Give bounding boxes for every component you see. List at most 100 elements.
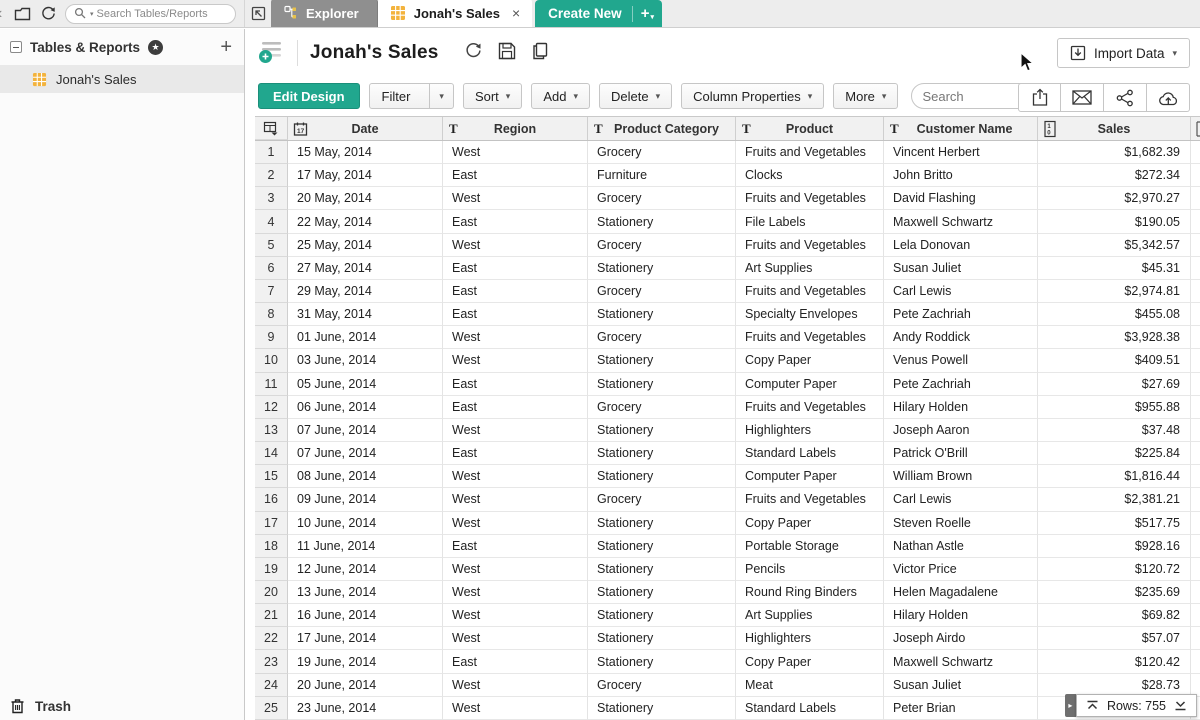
share-button[interactable] — [1104, 83, 1147, 112]
table-cell[interactable]: Fruits and Vegetables — [736, 396, 884, 419]
table-cell[interactable]: Highlighters — [736, 419, 884, 442]
table-cell[interactable]: File Labels — [736, 210, 884, 233]
table-cell[interactable]: Pete Zachriah — [884, 373, 1038, 396]
table-cell[interactable]: Stationery — [588, 442, 736, 465]
table-cell[interactable]: West — [443, 558, 588, 581]
table-cell[interactable]: Round Ring Binders — [736, 581, 884, 604]
table-cell[interactable]: West — [443, 141, 588, 164]
row-number[interactable]: 22 — [255, 627, 288, 650]
table-cell[interactable]: West — [443, 674, 588, 697]
table-cell[interactable]: Andy Roddick — [884, 326, 1038, 349]
table-cell[interactable]: East — [443, 280, 588, 303]
table-cell[interactable]: Carl Lewis — [884, 280, 1038, 303]
refresh-view-icon[interactable] — [465, 42, 482, 64]
row-number[interactable]: 12 — [255, 396, 288, 419]
table-cell[interactable]: West — [443, 419, 588, 442]
table-cell[interactable]: Joseph Aaron — [884, 419, 1038, 442]
row-number[interactable]: 3 — [255, 187, 288, 210]
table-cell[interactable]: Stationery — [588, 697, 736, 720]
tab-jonahs-sales[interactable]: Jonah's Sales × — [378, 0, 532, 27]
import-data-button[interactable]: Import Data ▾ — [1057, 38, 1190, 68]
table-cell[interactable]: 20 June, 2014 — [288, 674, 443, 697]
table-cell[interactable]: 07 June, 2014 — [288, 442, 443, 465]
table-cell[interactable]: Stationery — [588, 558, 736, 581]
row-number[interactable]: 19 — [255, 558, 288, 581]
table-cell[interactable]: Pencils — [736, 558, 884, 581]
tab-close-icon[interactable]: × — [512, 6, 520, 20]
table-cell[interactable]: $2,381.21 — [1038, 488, 1191, 511]
row-number[interactable]: 13 — [255, 419, 288, 442]
table-cell[interactable]: 07 June, 2014 — [288, 419, 443, 442]
table-cell[interactable]: Stationery — [588, 210, 736, 233]
table-cell[interactable]: East — [443, 396, 588, 419]
row-number[interactable]: 18 — [255, 535, 288, 558]
table-cell[interactable]: Grocery — [588, 141, 736, 164]
table-cell[interactable]: Stationery — [588, 465, 736, 488]
table-cell[interactable]: 20 May, 2014 — [288, 187, 443, 210]
search-scope-caret-icon[interactable]: ▾ — [90, 10, 94, 18]
table-cell[interactable]: 09 June, 2014 — [288, 488, 443, 511]
table-cell[interactable]: $1,682.39 — [1038, 141, 1191, 164]
filter-button[interactable]: Filter ▾ — [369, 83, 454, 109]
row-number[interactable]: 4 — [255, 210, 288, 233]
table-cell[interactable]: Hilary Holden — [884, 396, 1038, 419]
table-cell[interactable]: $45.31 — [1038, 257, 1191, 280]
table-cell[interactable]: 27 May, 2014 — [288, 257, 443, 280]
table-cell[interactable]: Clocks — [736, 164, 884, 187]
table-cell[interactable]: $235.69 — [1038, 581, 1191, 604]
row-number[interactable]: 10 — [255, 349, 288, 372]
row-number[interactable]: 21 — [255, 604, 288, 627]
table-cell[interactable]: 06 June, 2014 — [288, 396, 443, 419]
table-cell[interactable]: Maxwell Schwartz — [884, 650, 1038, 673]
filter-caret[interactable]: ▾ — [429, 84, 453, 108]
filter-label[interactable]: Filter — [370, 89, 423, 104]
table-cell[interactable]: $27.69 — [1038, 373, 1191, 396]
export-button[interactable] — [1018, 83, 1061, 112]
table-cell[interactable]: Stationery — [588, 419, 736, 442]
table-cell[interactable]: Pete Zachriah — [884, 303, 1038, 326]
table-cell[interactable]: $2,970.27 — [1038, 187, 1191, 210]
table-cell[interactable]: Grocery — [588, 234, 736, 257]
table-cell[interactable]: East — [443, 535, 588, 558]
table-cell[interactable]: 17 June, 2014 — [288, 627, 443, 650]
table-cell[interactable]: Stationery — [588, 650, 736, 673]
table-cell[interactable]: $120.42 — [1038, 650, 1191, 673]
table-cell[interactable]: West — [443, 465, 588, 488]
table-cell[interactable]: 11 June, 2014 — [288, 535, 443, 558]
table-cell[interactable]: William Brown — [884, 465, 1038, 488]
table-cell[interactable]: 17 May, 2014 — [288, 164, 443, 187]
table-cell[interactable]: Joseph Airdo — [884, 627, 1038, 650]
table-cell[interactable]: Stationery — [588, 512, 736, 535]
table-cell[interactable]: Grocery — [588, 326, 736, 349]
table-cell[interactable]: 19 June, 2014 — [288, 650, 443, 673]
email-button[interactable] — [1061, 83, 1104, 112]
table-cell[interactable]: Computer Paper — [736, 373, 884, 396]
table-cell[interactable]: 15 May, 2014 — [288, 141, 443, 164]
table-cell[interactable]: Fruits and Vegetables — [736, 326, 884, 349]
table-cell[interactable]: Stationery — [588, 303, 736, 326]
table-cell[interactable]: Patrick O'Brill — [884, 442, 1038, 465]
view-list-icon[interactable] — [258, 38, 285, 69]
table-cell[interactable]: Lela Donovan — [884, 234, 1038, 257]
table-cell[interactable]: Art Supplies — [736, 257, 884, 280]
table-cell[interactable]: 16 June, 2014 — [288, 604, 443, 627]
table-cell[interactable]: $272.34 — [1038, 164, 1191, 187]
table-cell[interactable]: Vincent Herbert — [884, 141, 1038, 164]
table-cell[interactable]: $57.07 — [1038, 627, 1191, 650]
cloud-upload-button[interactable] — [1147, 83, 1190, 112]
add-table-button[interactable]: + — [220, 37, 232, 57]
refresh-icon[interactable] — [39, 5, 57, 23]
table-cell[interactable]: East — [443, 373, 588, 396]
table-cell[interactable]: Grocery — [588, 674, 736, 697]
row-number[interactable]: 11 — [255, 373, 288, 396]
table-cell[interactable]: 29 May, 2014 — [288, 280, 443, 303]
table-cell[interactable]: $190.05 — [1038, 210, 1191, 233]
table-cell[interactable]: 31 May, 2014 — [288, 303, 443, 326]
row-number[interactable]: 7 — [255, 280, 288, 303]
table-cell[interactable]: $120.72 — [1038, 558, 1191, 581]
table-cell[interactable]: Highlighters — [736, 627, 884, 650]
sort-button[interactable]: Sort▾ — [463, 83, 522, 109]
table-cell[interactable]: East — [443, 442, 588, 465]
more-button[interactable]: More▾ — [833, 83, 898, 109]
table-cell[interactable]: West — [443, 349, 588, 372]
